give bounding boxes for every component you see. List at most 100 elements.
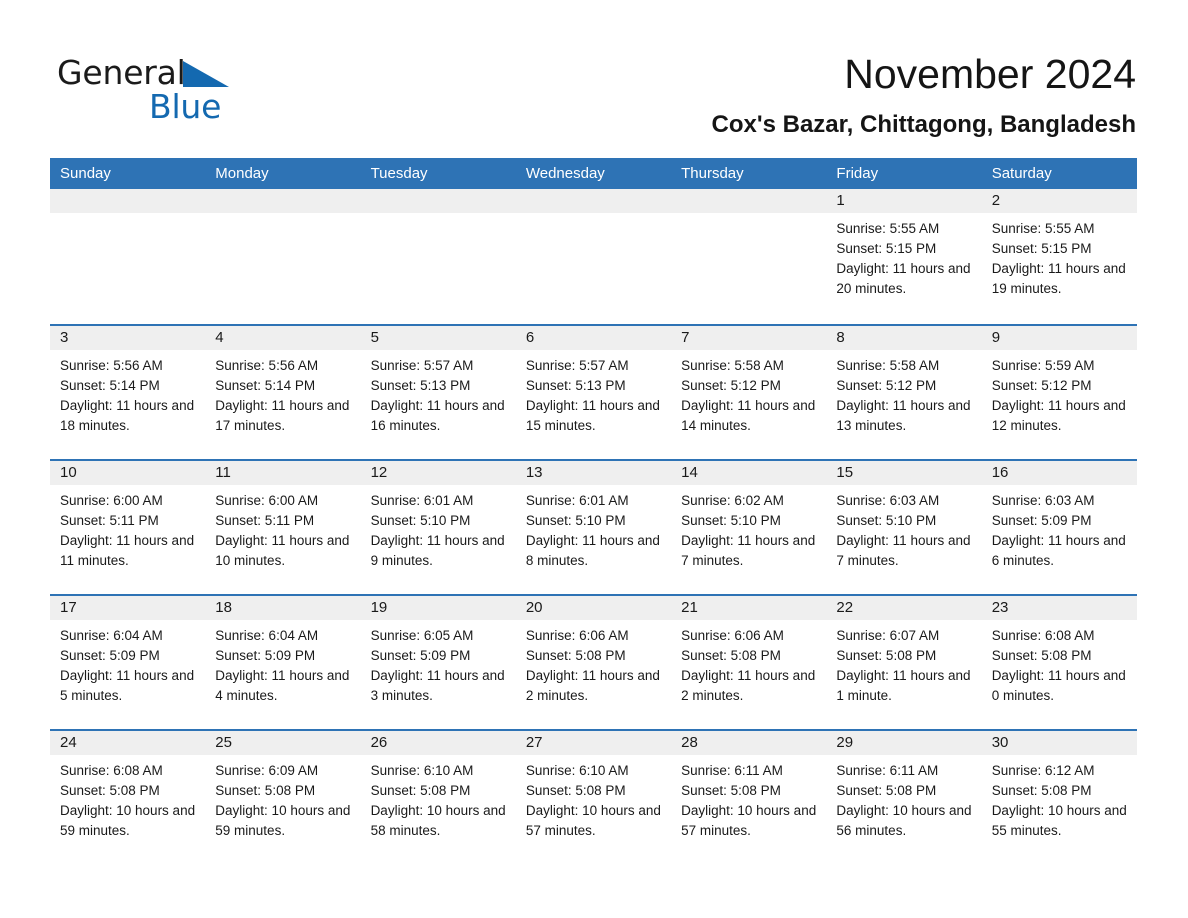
daylight-text: Daylight: 10 hours and 55 minutes. <box>991 803 1127 838</box>
sunrise-text: Sunrise: 6:12 AM <box>991 763 1095 778</box>
day-cell[interactable]: 22 Sunrise: 6:07 AM Sunset: 5:08 PM Dayligh… <box>826 596 982 729</box>
day-cell[interactable]: 28 Sunrise: 6:11 AM Sunset: 5:08 PM Dayligh… <box>671 731 827 864</box>
week-row: 3 Sunrise: 5:56 AM Sunset: 5:14 PM Daylight… <box>50 324 1137 459</box>
day-details: Sunrise: 5:55 AM Sunset: 5:15 PM Daylight:… <box>982 213 1137 299</box>
weekday-thursday: Thursday <box>681 165 744 182</box>
day-number: 26 <box>360 731 516 755</box>
day-cell[interactable]: 24 Sunrise: 6:08 AM Sunset: 5:08 PM Dayligh… <box>50 731 206 864</box>
sunset-text: Sunset: 5:15 PM <box>836 241 937 256</box>
sunrise-text: Sunrise: 5:57 AM <box>370 358 474 373</box>
day-cell[interactable]: 27 Sunrise: 6:10 AM Sunset: 5:08 PM Dayligh… <box>515 731 672 864</box>
daylight-text: Daylight: 11 hours and 10 minutes. <box>215 533 350 568</box>
day-number: 21 <box>671 596 827 620</box>
day-number: 17 <box>50 596 206 620</box>
day-details: Sunrise: 6:02 AM Sunset: 5:10 PM Daylight:… <box>671 485 826 571</box>
sunrise-text: Sunrise: 5:58 AM <box>681 358 784 373</box>
day-cell[interactable]: 9 Sunrise: 5:59 AM Sunset: 5:12 PM Daylight… <box>981 326 1137 459</box>
day-cell[interactable]: 1 Sunrise: 5:55 AM Sunset: 5:15 PM Daylight… <box>826 189 982 324</box>
sunset-text: Sunset: 5:08 PM <box>836 783 937 798</box>
day-cell[interactable]: 20 Sunrise: 6:06 AM Sunset: 5:08 PM Dayligh… <box>515 596 672 729</box>
daylight-text: Daylight: 11 hours and 8 minutes. <box>525 533 660 568</box>
day-cell[interactable]: 17 Sunrise: 6:04 AM Sunset: 5:09 PM Dayligh… <box>50 596 206 729</box>
day-cell[interactable]: 4 Sunrise: 5:56 AM Sunset: 5:14 PM Daylight… <box>205 326 361 459</box>
sunrise-text: Sunrise: 6:00 AM <box>60 493 163 508</box>
day-details: Sunrise: 5:58 AM Sunset: 5:12 PM Daylight:… <box>671 350 826 436</box>
sunrise-text: Sunrise: 6:04 AM <box>60 628 163 643</box>
sunrise-text: Sunrise: 6:03 AM <box>836 493 940 508</box>
sunrise-text: Sunrise: 6:02 AM <box>681 493 784 508</box>
day-cell[interactable]: 12 Sunrise: 6:01 AM Sunset: 5:10 PM Dayligh… <box>360 461 516 594</box>
day-number: 16 <box>981 461 1137 485</box>
day-cell[interactable]: 3 Sunrise: 5:56 AM Sunset: 5:14 PM Daylight… <box>50 326 206 459</box>
day-cell[interactable]: 10 Sunrise: 6:00 AM Sunset: 5:11 PM Dayligh… <box>50 461 206 594</box>
day-cell[interactable]: 7 Sunrise: 5:58 AM Sunset: 5:12 PM Daylight… <box>671 326 827 459</box>
sunrise-text: Sunrise: 5:55 AM <box>991 221 1095 236</box>
day-details: Sunrise: 6:05 AM Sunset: 5:09 PM Daylight:… <box>361 620 516 706</box>
day-details: Sunrise: 6:03 AM Sunset: 5:10 PM Daylight:… <box>826 485 981 571</box>
day-number: 30 <box>981 731 1137 755</box>
day-cell[interactable]: 16 Sunrise: 6:03 AM Sunset: 5:09 PM Dayligh… <box>981 461 1137 594</box>
day-cell[interactable]: 29 Sunrise: 6:11 AM Sunset: 5:08 PM Dayligh… <box>826 731 982 864</box>
weekday-wednesday: Wednesday <box>525 165 605 182</box>
day-cell[interactable]: 14 Sunrise: 6:02 AM Sunset: 5:10 PM Dayligh… <box>671 461 827 594</box>
day-number: 25 <box>205 731 361 755</box>
day-number: 6 <box>515 326 672 350</box>
day-number <box>205 189 361 213</box>
daylight-text: Daylight: 11 hours and 4 minutes. <box>215 668 350 703</box>
day-number: 20 <box>515 596 672 620</box>
day-cell-empty <box>360 189 516 324</box>
day-cell[interactable]: 25 Sunrise: 6:09 AM Sunset: 5:08 PM Dayligh… <box>205 731 361 864</box>
daylight-text: Daylight: 11 hours and 17 minutes. <box>215 398 350 433</box>
day-number: 19 <box>360 596 516 620</box>
day-details: Sunrise: 5:57 AM Sunset: 5:13 PM Daylight:… <box>516 350 671 436</box>
day-cell[interactable]: 30 Sunrise: 6:12 AM Sunset: 5:08 PM Dayligh… <box>981 731 1137 864</box>
day-cell[interactable]: 5 Sunrise: 5:57 AM Sunset: 5:13 PM Daylight… <box>360 326 516 459</box>
day-details: Sunrise: 5:56 AM Sunset: 5:14 PM Daylight:… <box>205 350 360 436</box>
sunrise-text: Sunrise: 6:07 AM <box>836 628 940 643</box>
day-details: Sunrise: 6:06 AM Sunset: 5:08 PM Daylight:… <box>671 620 826 706</box>
generalblue-logo[interactable]: General Blue <box>57 53 377 131</box>
day-cell[interactable]: 21 Sunrise: 6:06 AM Sunset: 5:08 PM Dayligh… <box>671 596 827 729</box>
day-cell[interactable]: 2 Sunrise: 5:55 AM Sunset: 5:15 PM Daylight… <box>981 189 1137 324</box>
weekday-friday: Friday <box>836 165 879 182</box>
daylight-text: Daylight: 11 hours and 9 minutes. <box>370 533 505 568</box>
day-cell[interactable]: 26 Sunrise: 6:10 AM Sunset: 5:08 PM Dayligh… <box>360 731 516 864</box>
day-number: 18 <box>205 596 361 620</box>
day-cell[interactable]: 11 Sunrise: 6:00 AM Sunset: 5:11 PM Dayligh… <box>205 461 361 594</box>
sunset-text: Sunset: 5:14 PM <box>215 378 316 393</box>
daylight-text: Daylight: 11 hours and 15 minutes. <box>525 398 660 433</box>
sunrise-text: Sunrise: 6:00 AM <box>215 493 319 508</box>
sunset-text: Sunset: 5:08 PM <box>215 783 316 798</box>
day-number <box>50 189 206 213</box>
day-number: 7 <box>671 326 827 350</box>
day-cell[interactable]: 15 Sunrise: 6:03 AM Sunset: 5:10 PM Dayligh… <box>826 461 982 594</box>
sunset-text: Sunset: 5:09 PM <box>215 648 316 663</box>
sunset-text: Sunset: 5:08 PM <box>525 783 626 798</box>
day-details: Sunrise: 5:57 AM Sunset: 5:13 PM Daylight:… <box>361 350 516 436</box>
day-cell[interactable]: 18 Sunrise: 6:04 AM Sunset: 5:09 PM Dayligh… <box>205 596 361 729</box>
sunset-text: Sunset: 5:14 PM <box>60 378 160 393</box>
day-details: Sunrise: 5:59 AM Sunset: 5:12 PM Daylight:… <box>982 350 1137 436</box>
day-cell[interactable]: 13 Sunrise: 6:01 AM Sunset: 5:10 PM Dayligh… <box>515 461 672 594</box>
day-details: Sunrise: 6:07 AM Sunset: 5:08 PM Daylight:… <box>826 620 981 706</box>
daylight-text: Daylight: 11 hours and 7 minutes. <box>836 533 971 568</box>
day-cell[interactable]: 19 Sunrise: 6:05 AM Sunset: 5:09 PM Dayligh… <box>360 596 516 729</box>
daylight-text: Daylight: 11 hours and 13 minutes. <box>836 398 971 433</box>
sunrise-text: Sunrise: 6:10 AM <box>370 763 474 778</box>
day-details: Sunrise: 6:00 AM Sunset: 5:11 PM Daylight:… <box>205 485 360 571</box>
day-cell[interactable]: 8 Sunrise: 5:58 AM Sunset: 5:12 PM Daylight… <box>826 326 982 459</box>
sunset-text: Sunset: 5:09 PM <box>991 513 1092 528</box>
day-cell-empty <box>205 189 361 324</box>
sunset-text: Sunset: 5:13 PM <box>525 378 626 393</box>
daylight-text: Daylight: 11 hours and 3 minutes. <box>370 668 505 703</box>
day-details: Sunrise: 6:08 AM Sunset: 5:08 PM Daylight:… <box>50 755 205 841</box>
title-block: November 2024 Cox's Bazar, Chittagong, B… <box>712 50 1136 139</box>
day-details: Sunrise: 6:04 AM Sunset: 5:09 PM Daylight:… <box>50 620 205 706</box>
day-cell[interactable]: 23 Sunrise: 6:08 AM Sunset: 5:08 PM Dayligh… <box>981 596 1137 729</box>
location-subtitle: Cox's Bazar, Chittagong, Bangladesh <box>711 111 1136 138</box>
sunset-text: Sunset: 5:12 PM <box>836 378 937 393</box>
sunset-text: Sunset: 5:08 PM <box>991 648 1092 663</box>
daylight-text: Daylight: 11 hours and 0 minutes. <box>991 668 1126 703</box>
day-cell[interactable]: 6 Sunrise: 5:57 AM Sunset: 5:13 PM Daylight… <box>515 326 672 459</box>
daylight-text: Daylight: 11 hours and 7 minutes. <box>681 533 816 568</box>
